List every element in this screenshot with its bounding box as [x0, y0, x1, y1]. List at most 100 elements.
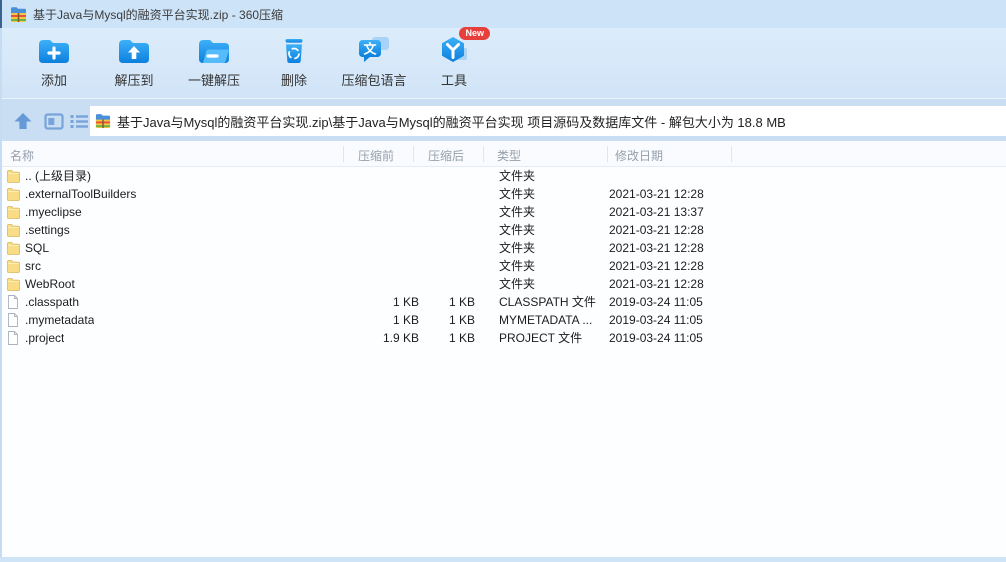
file-type: 文件夹: [499, 169, 536, 183]
modified-date: 2021-03-21 12:28: [609, 277, 704, 291]
add-button-label: 添加: [40, 73, 67, 88]
folder-icon: [7, 241, 20, 255]
extract-to-folder-icon: [119, 40, 149, 63]
column-divider: [343, 146, 344, 162]
file-list-panel: 名称 压缩前 压缩后 类型 修改日期 .. (上级目录) 文件夹 .extern…: [2, 141, 1006, 557]
file-name: .settings: [25, 223, 70, 237]
folder-icon: [7, 187, 20, 201]
file-icon: [7, 313, 20, 327]
modified-date: 2021-03-21 13:37: [609, 205, 704, 219]
one-click-extract-button-label: 一键解压: [187, 73, 240, 88]
file-name: SQL: [25, 241, 50, 255]
file-type: 文件夹: [499, 259, 536, 273]
address-bar: 基于Java与Mysql的融资平台实现.zip\基于Java与Mysql的融资平…: [0, 98, 1006, 141]
delete-trash-icon: [285, 39, 303, 63]
file-type: 文件夹: [499, 187, 536, 201]
file-name: .myeclipse: [25, 205, 82, 219]
window-bottom-border: [0, 557, 1006, 562]
file-name: .classpath: [25, 295, 80, 309]
column-divider: [483, 146, 484, 162]
size-after: 1 KB: [448, 313, 475, 327]
one-click-extract-button[interactable]: 一键解压: [174, 28, 254, 96]
file-type: 文件夹: [499, 277, 536, 291]
file-row[interactable]: .project 1.9 KB 1 KB PROJECT 文件 2019-03-…: [2, 329, 1006, 347]
column-header-name[interactable]: 名称: [10, 147, 34, 164]
modified-date: 2021-03-21 12:28: [609, 241, 704, 255]
file-name: .externalToolBuilders: [25, 187, 137, 201]
column-header-type[interactable]: 类型: [497, 147, 521, 164]
address-path: 基于Java与Mysql的融资平台实现.zip\基于Java与Mysql的融资平…: [117, 114, 786, 130]
file-row[interactable]: src 文件夹 2021-03-21 12:28: [2, 257, 1006, 275]
modified-date: 2019-03-24 11:05: [609, 313, 703, 327]
size-before: 1 KB: [392, 295, 419, 309]
file-name: .mymetadata: [25, 313, 95, 327]
archive-language-button-label: 压缩包语言: [341, 73, 407, 88]
add-button[interactable]: 添加: [14, 28, 94, 96]
file-row[interactable]: SQL 文件夹 2021-03-21 12:28: [2, 239, 1006, 257]
file-name: src: [25, 259, 41, 273]
extract-to-button[interactable]: 解压到: [94, 28, 174, 96]
360zip-window: 基于Java与Mysql的融资平台实现.zip - 360压缩 添加 解压到 一…: [0, 0, 1006, 562]
delete-button[interactable]: 删除: [254, 28, 334, 96]
column-divider: [731, 146, 732, 162]
modified-date: 2021-03-21 12:28: [609, 259, 704, 273]
archive-language-button[interactable]: 文 压缩包语言: [334, 28, 414, 96]
file-type: 文件夹: [499, 205, 536, 219]
tools-button[interactable]: New 工具: [414, 27, 494, 96]
file-type: 文件夹: [499, 223, 536, 237]
size-after: 1 KB: [448, 295, 475, 309]
folder-icon: [7, 277, 20, 291]
column-divider: [607, 146, 608, 162]
zip-archive-icon: [11, 6, 26, 22]
archive-language-bubble-icon: 文: [359, 37, 389, 62]
svg-text:文: 文: [363, 42, 377, 57]
modified-date: 2021-03-21 12:28: [609, 187, 704, 201]
one-click-extract-icon: [199, 40, 229, 63]
file-row[interactable]: .externalToolBuilders 文件夹 2021-03-21 12:…: [2, 185, 1006, 203]
folder-icon: [7, 205, 20, 219]
file-row[interactable]: .mymetadata 1 KB 1 KB MYMETADATA ... 201…: [2, 311, 1006, 329]
modified-date: 2019-03-24 11:05: [609, 331, 703, 345]
file-row[interactable]: WebRoot 文件夹 2021-03-21 12:28: [2, 275, 1006, 293]
zip-file-icon: [95, 114, 111, 129]
column-header-before[interactable]: 压缩前: [358, 147, 394, 164]
modified-date: 2019-03-24 11:05: [609, 295, 703, 309]
file-row[interactable]: .settings 文件夹 2021-03-21 12:28: [2, 221, 1006, 239]
new-badge: New: [459, 27, 490, 40]
size-before: 1 KB: [392, 313, 419, 327]
column-header-modified[interactable]: 修改日期: [615, 147, 663, 164]
delete-button-label: 删除: [280, 73, 307, 88]
extract-to-button-label: 解压到: [114, 73, 154, 88]
tools-button-label: 工具: [440, 73, 467, 88]
file-icon: [7, 331, 20, 345]
file-type: MYMETADATA ...: [499, 313, 593, 327]
folder-icon: [7, 223, 20, 237]
file-name: .project: [25, 331, 65, 345]
file-row[interactable]: .myeclipse 文件夹 2021-03-21 13:37: [2, 203, 1006, 221]
file-row[interactable]: .. (上级目录) 文件夹: [2, 167, 1006, 185]
file-list: .. (上级目录) 文件夹 .externalToolBuilders 文件夹 …: [2, 167, 1006, 347]
file-type: 文件夹: [499, 241, 536, 255]
file-name: WebRoot: [25, 277, 75, 291]
window-title: 基于Java与Mysql的融资平台实现.zip - 360压缩: [33, 7, 284, 22]
title-bar: 基于Java与Mysql的融资平台实现.zip - 360压缩: [0, 0, 1006, 28]
list-view-icon[interactable]: [69, 113, 89, 130]
file-name: .. (上级目录): [25, 169, 91, 183]
up-arrow-icon[interactable]: [12, 111, 34, 131]
size-before: 1.9 KB: [382, 331, 419, 345]
window-left-border: [0, 28, 2, 562]
column-header-row: 名称 压缩前 压缩后 类型 修改日期: [2, 141, 1006, 167]
address-field[interactable]: 基于Java与Mysql的融资平台实现.zip\基于Java与Mysql的融资平…: [90, 106, 1006, 136]
folder-icon: [7, 259, 20, 273]
size-after: 1 KB: [448, 331, 475, 345]
modified-date: 2021-03-21 12:28: [609, 223, 704, 237]
column-divider: [413, 146, 414, 162]
preview-pane-icon[interactable]: [44, 113, 64, 130]
file-icon: [7, 295, 20, 309]
toolbar: 添加 解压到 一键解压 删除 文 压缩包语言 New 工具: [0, 27, 1006, 98]
add-folder-icon: [39, 40, 69, 63]
column-header-after[interactable]: 压缩后: [428, 147, 464, 164]
folder-icon: [7, 169, 20, 183]
file-type: PROJECT 文件: [499, 331, 583, 345]
file-row[interactable]: .classpath 1 KB 1 KB CLASSPATH 文件 2019-0…: [2, 293, 1006, 311]
